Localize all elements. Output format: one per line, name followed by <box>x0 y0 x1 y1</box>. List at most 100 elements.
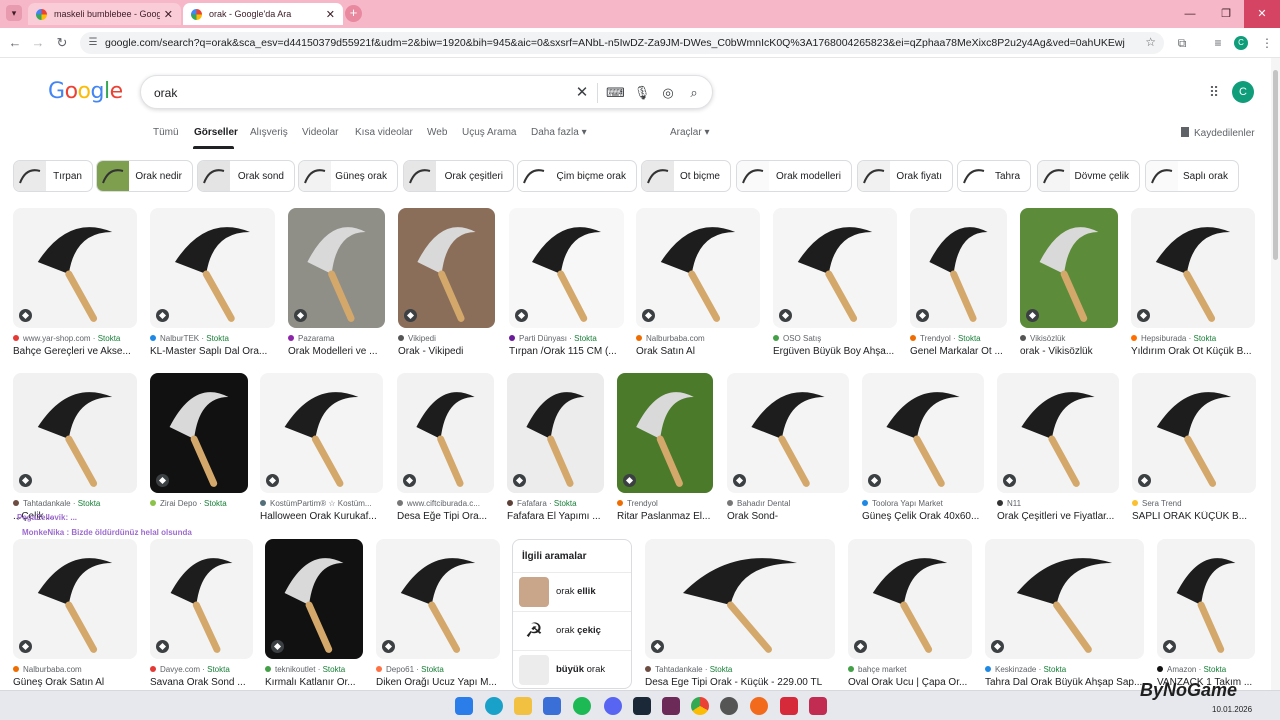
result-title[interactable]: orak - Vikisözlük <box>1020 346 1118 357</box>
image-result[interactable]: NalburTEK · Stokta KL-Master Saplı Dal Or… <box>150 208 275 360</box>
steam-icon[interactable] <box>633 697 651 715</box>
result-thumbnail[interactable] <box>509 208 624 328</box>
tab-flights[interactable]: Uçuş Arama <box>462 127 516 138</box>
result-source[interactable]: Fafafara · Stokta <box>507 499 604 508</box>
result-source[interactable]: Vikipedi <box>398 334 495 343</box>
result-thumbnail[interactable] <box>1132 373 1256 493</box>
apps-grid-icon[interactable]: ⠿ <box>1205 83 1223 101</box>
start-icon[interactable] <box>455 697 473 715</box>
image-result[interactable]: N11 Orak Çeşitleri ve Fiyatlar... <box>997 373 1119 525</box>
result-source[interactable]: Bahadır Dental <box>727 499 849 508</box>
image-result[interactable]: Nalburbaba.com Orak Satın Al <box>636 208 760 360</box>
result-title[interactable]: Savana Orak Sond ... <box>150 677 253 688</box>
result-source[interactable]: Hepsiburada · Stokta <box>1131 334 1255 343</box>
result-title[interactable]: Orak Modelleri ve ... <box>288 346 385 357</box>
image-result[interactable]: Hepsiburada · Stokta Yıldırım Orak Ot Küç… <box>1131 208 1255 360</box>
clear-icon[interactable]: ✕ <box>573 84 591 102</box>
image-result[interactable]: OSO Satış Ergüven Büyük Boy Ahşa... <box>773 208 897 360</box>
chrome-icon[interactable] <box>691 697 709 715</box>
result-thumbnail[interactable] <box>848 539 972 659</box>
site-info-icon[interactable]: ☰ <box>86 36 100 50</box>
result-source[interactable]: Pazarama <box>288 334 385 343</box>
result-thumbnail[interactable] <box>910 208 1007 328</box>
image-result[interactable]: Vikisözlük orak - Vikisözlük <box>1020 208 1118 360</box>
result-source[interactable]: Tahtadankale · Stokta <box>645 665 835 674</box>
image-result[interactable]: Pazarama Orak Modelleri ve ... <box>288 208 385 360</box>
result-title[interactable]: Genel Markalar Ot ... <box>910 346 1007 357</box>
result-source[interactable]: Trendyol · Stokta <box>910 334 1007 343</box>
image-result[interactable]: Fafafara · Stokta Fafafara El Yapımı ... <box>507 373 604 525</box>
bookmark-star-icon[interactable]: ☆ <box>1145 35 1156 49</box>
result-thumbnail[interactable] <box>507 373 604 493</box>
result-thumbnail[interactable] <box>13 208 137 328</box>
result-thumbnail[interactable] <box>727 373 849 493</box>
result-source[interactable]: Davye.com · Stokta <box>150 665 253 674</box>
result-thumbnail[interactable] <box>773 208 897 328</box>
result-source[interactable]: Vikisözlük <box>1020 334 1118 343</box>
back-icon[interactable]: ← <box>6 34 24 52</box>
tab-search-button[interactable]: ▾ <box>6 5 22 21</box>
tools-button[interactable]: Araçlar ▾ <box>670 127 709 138</box>
result-source[interactable]: OSO Satış <box>773 334 897 343</box>
result-title[interactable]: KL-Master Saplı Dal Ora... <box>150 346 275 357</box>
image-result[interactable]: teknikoutlet · Stokta Kırmalı Katlanır Or… <box>265 539 363 691</box>
image-result[interactable]: www.yar-shop.com · Stokta Bahçe Gereçleri… <box>13 208 137 360</box>
related-item[interactable]: ☭ orak çekiç <box>513 611 631 649</box>
close-icon[interactable]: ✕ <box>164 8 173 21</box>
result-thumbnail[interactable] <box>1020 208 1118 328</box>
result-thumbnail[interactable] <box>288 208 385 328</box>
result-thumbnail[interactable] <box>13 539 137 659</box>
image-result[interactable]: Toolora Yapı Market Güneş Çelik Orak 40x6… <box>862 373 984 525</box>
reload-icon[interactable]: ↻ <box>53 34 71 52</box>
minimize-icon[interactable]: — <box>1172 0 1208 28</box>
reading-list-icon[interactable]: ≡ <box>1209 34 1227 52</box>
keyboard-icon[interactable]: ⌨ <box>606 84 625 102</box>
image-result[interactable]: Depo61 · Stokta Diken Orağı Ucuz Yapı M..… <box>376 539 500 691</box>
result-thumbnail[interactable] <box>862 373 984 493</box>
tab-all[interactable]: Tümü <box>153 127 179 138</box>
result-title[interactable]: Tırpan /Orak 115 CM (... <box>509 346 624 357</box>
related-chip[interactable]: Orak fiyatı <box>857 160 953 192</box>
result-thumbnail[interactable] <box>13 373 137 493</box>
result-title[interactable]: Orak - Vikipedi <box>398 346 495 357</box>
result-source[interactable]: bahçe market <box>848 665 972 674</box>
related-chip[interactable]: Orak sond <box>197 160 295 192</box>
result-thumbnail[interactable] <box>997 373 1119 493</box>
folder-icon[interactable] <box>514 697 532 715</box>
result-source[interactable]: NalburTEK · Stokta <box>150 334 275 343</box>
image-result[interactable]: Davye.com · Stokta Savana Orak Sond ... <box>150 539 253 691</box>
tab-short-videos[interactable]: Kısa videolar <box>355 127 413 138</box>
store-icon[interactable] <box>543 697 561 715</box>
result-source[interactable]: Parti Dünyası · Stokta <box>509 334 624 343</box>
image-result[interactable]: bahçe market Oval Orak Ucu | Çapa Or... <box>848 539 972 691</box>
page-scrollbar[interactable] <box>1271 58 1280 690</box>
image-result[interactable]: Trendyol · Stokta Genel Markalar Ot ... <box>910 208 1007 360</box>
image-result[interactable]: Vikipedi Orak - Vikipedi <box>398 208 495 360</box>
browser-tab-active[interactable]: orak - Google'da Ara ✕ <box>183 3 343 25</box>
result-source[interactable]: Sera Trend <box>1132 499 1256 508</box>
image-result[interactable]: Bahadır Dental Orak Sond- <box>727 373 849 525</box>
result-title[interactable]: SAPLI ORAK KÜÇÜK B... <box>1132 511 1256 522</box>
tab-web[interactable]: Web <box>427 127 447 138</box>
result-thumbnail[interactable] <box>150 208 275 328</box>
spotify-icon[interactable] <box>573 697 591 715</box>
image-result[interactable]: Nalburbaba.com Güneş Orak Satın Al <box>13 539 137 691</box>
result-thumbnail[interactable] <box>260 373 383 493</box>
result-source[interactable]: Tahtadankale · Stokta <box>13 499 137 508</box>
result-title[interactable]: Güneş Çelik Orak 40x60... <box>862 511 984 522</box>
result-source[interactable]: Trendyol <box>617 499 713 508</box>
tab-more[interactable]: Daha fazla ▾ <box>531 127 587 138</box>
result-title[interactable]: Desa Eğe Tipi Ora... <box>397 511 494 522</box>
result-thumbnail[interactable] <box>398 208 495 328</box>
related-chip[interactable]: Saplı orak <box>1145 160 1239 192</box>
lens-icon[interactable]: ◎ <box>659 84 677 102</box>
result-source[interactable]: www.ciftciburada.c... <box>397 499 494 508</box>
result-source[interactable]: Keskinzade · Stokta <box>985 665 1144 674</box>
result-title[interactable]: Fafafara El Yapımı ... <box>507 511 604 522</box>
new-tab-button[interactable]: + <box>345 5 362 22</box>
image-result[interactable]: Trendyol Ritar Paslanmaz El... <box>617 373 713 525</box>
avatar[interactable]: C <box>1232 81 1254 103</box>
result-source[interactable]: www.yar-shop.com · Stokta <box>13 334 137 343</box>
image-result[interactable]: Keskinzade · Stokta Tahra Dal Orak Büyük … <box>985 539 1144 691</box>
close-icon[interactable]: ✕ <box>326 8 335 21</box>
